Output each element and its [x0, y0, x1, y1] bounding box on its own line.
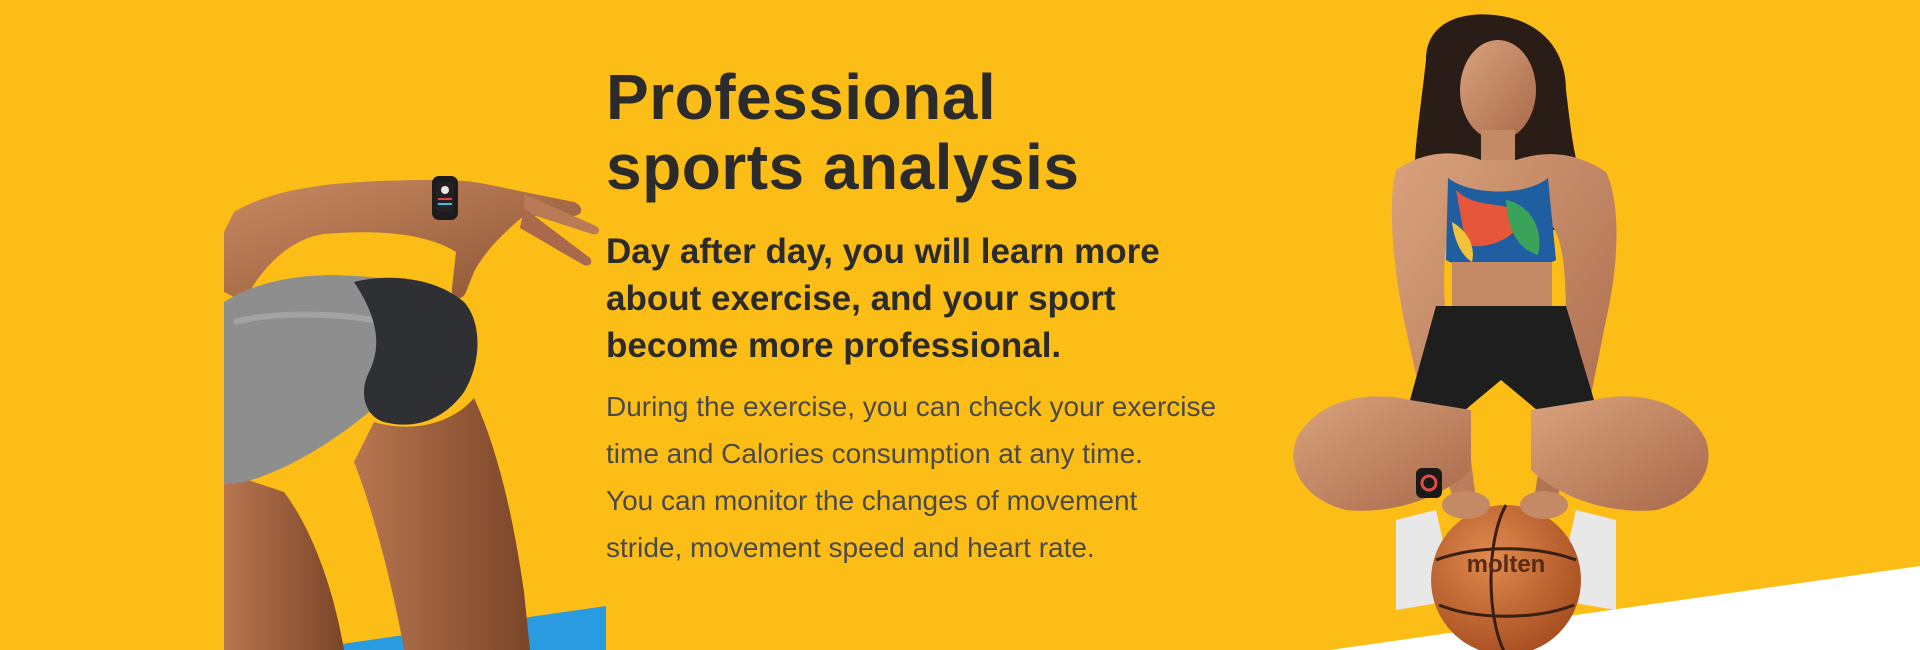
runner-photo	[224, 176, 599, 650]
headline: Professional sports analysis	[606, 62, 1326, 202]
subheadline-line-3: become more professional.	[606, 326, 1062, 365]
body-text: During the exercise, you can check your …	[606, 383, 1326, 571]
copy-block: Professional sports analysis Day after d…	[606, 62, 1326, 571]
body-line-3: You can monitor the changes of movement	[606, 485, 1138, 516]
body-line-2: time and Calories consumption at any tim…	[606, 438, 1143, 469]
headline-line-2: sports analysis	[606, 131, 1080, 203]
subheadline: Day after day, you will learn more about…	[606, 228, 1326, 369]
body-line-4: stride, movement speed and heart rate.	[606, 532, 1095, 563]
sports-banner: Professional sports analysis Day after d…	[0, 0, 1920, 650]
headline-line-1: Professional	[606, 61, 997, 133]
girl-basketball-photo: molten	[1293, 14, 1709, 650]
subheadline-line-1: Day after day, you will learn more	[606, 232, 1160, 271]
body-line-1: During the exercise, you can check your …	[606, 391, 1217, 422]
subheadline-line-2: about exercise, and your sport	[606, 279, 1116, 318]
basketball-brand-label: molten	[1467, 551, 1546, 578]
